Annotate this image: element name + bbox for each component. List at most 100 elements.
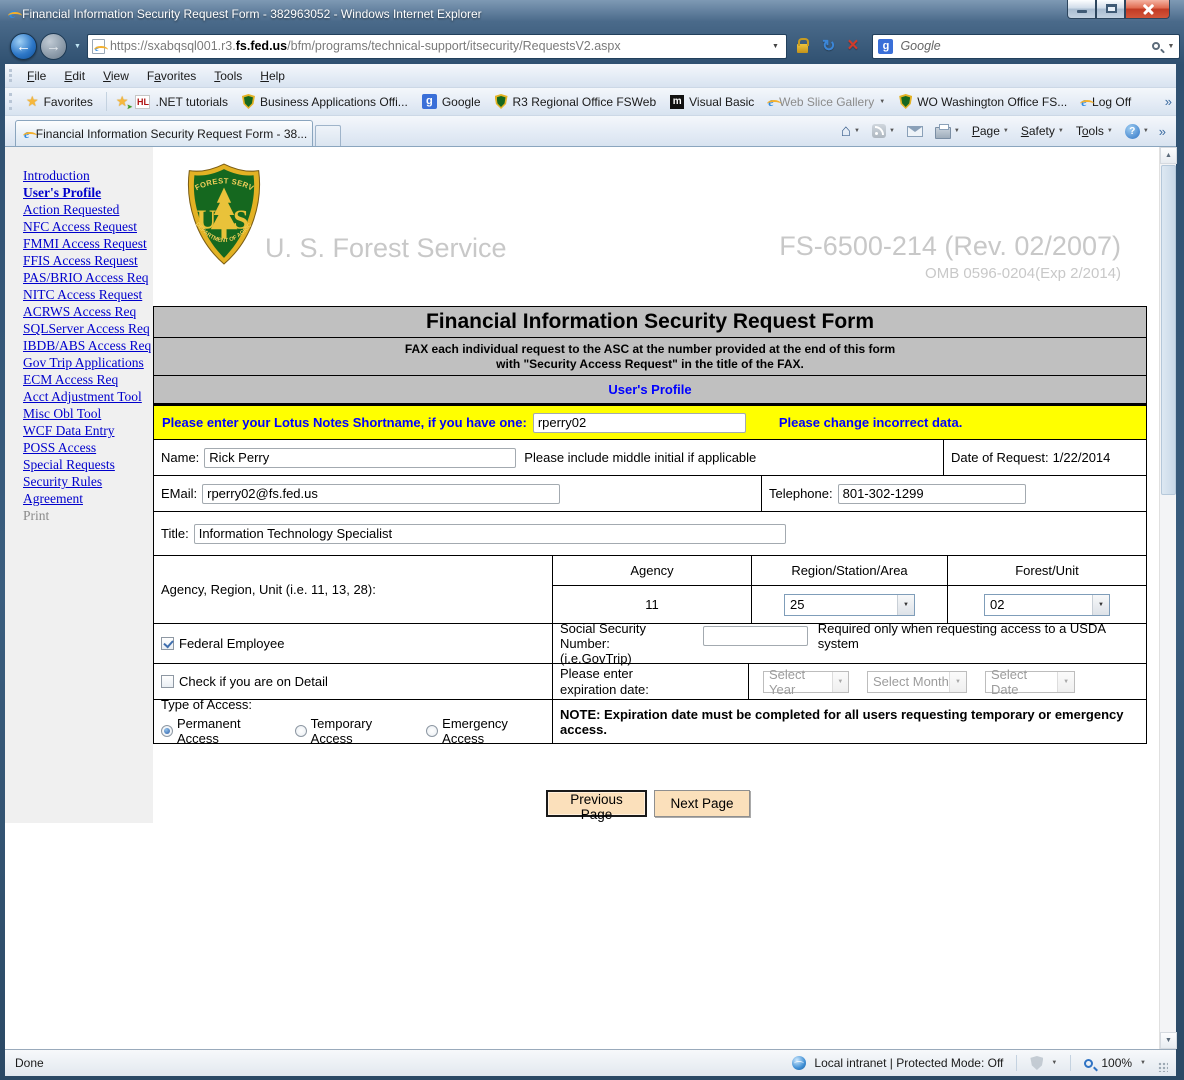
sidebar-item-users-profile[interactable]: User's Profile [23, 184, 153, 201]
favorite-wo-washington-office[interactable]: WO Washington Office FS... [892, 91, 1074, 112]
sidebar-item-acct-adjustment[interactable]: Acct Adjustment Tool [23, 388, 153, 405]
print-button[interactable]: ▼ [931, 122, 964, 141]
sidebar-item-special-requests[interactable]: Special Requests [23, 456, 153, 473]
email-input[interactable] [202, 484, 560, 504]
minimize-button[interactable] [1067, 0, 1096, 19]
security-status-icon [1030, 1056, 1043, 1070]
sidebar-item-ecm-access[interactable]: ECM Access Req [23, 371, 153, 388]
add-favorite-button[interactable]: ★ [116, 93, 129, 110]
sidebar-item-introduction[interactable]: Introduction [23, 167, 153, 184]
shortname-input[interactable] [533, 413, 746, 433]
forest-select[interactable]: 02 ▼ [984, 594, 1110, 616]
back-button[interactable]: ← [10, 33, 37, 60]
sidebar-item-agreement[interactable]: Agreement [23, 490, 153, 507]
sidebar-item-wcf-data-entry[interactable]: WCF Data Entry [23, 422, 153, 439]
ssn-input[interactable] [703, 626, 808, 646]
menu-edit[interactable]: Edit [55, 66, 94, 86]
sidebar-item-nfc-access[interactable]: NFC Access Request [23, 218, 153, 235]
search-icon[interactable] [1152, 42, 1160, 50]
new-tab-button[interactable] [315, 125, 341, 146]
favorite-web-slice-gallery[interactable]: e Web Slice Gallery ▼ [761, 92, 892, 112]
scroll-down-button[interactable]: ▼ [1160, 1032, 1177, 1049]
active-tab[interactable]: e Financial Information Security Request… [15, 120, 313, 146]
favorite-business-applications[interactable]: Business Applications Offi... [235, 91, 415, 112]
favorite-r3-regional-office[interactable]: R3 Regional Office FSWeb [488, 91, 664, 112]
refresh-button[interactable]: ↻ [822, 36, 835, 56]
expiration-label: Please enter expiration date: [560, 666, 670, 698]
temporary-access-radio[interactable] [295, 725, 307, 737]
stop-button[interactable]: × [847, 35, 858, 57]
sidebar-item-fmmi-access[interactable]: FMMI Access Request [23, 235, 153, 252]
favorites-button[interactable]: ★ Favorites [18, 90, 101, 113]
ssn-note: Required only when requesting access to … [818, 621, 1146, 651]
more-commands-chevron[interactable]: » [1159, 124, 1170, 139]
agency-watermark: U. S. Forest Service [265, 233, 507, 264]
sidebar-item-sqlserver-access[interactable]: SQLServer Access Req [23, 320, 153, 337]
search-input[interactable]: Google [900, 39, 940, 53]
security-dropdown-icon[interactable]: ▼ [1051, 1060, 1057, 1066]
resize-grip [1158, 1062, 1168, 1072]
sidebar-item-pas-brio-access[interactable]: PAS/BRIO Access Req [23, 269, 153, 286]
scrollbar-thumb[interactable] [1161, 165, 1176, 495]
address-dropdown-icon[interactable]: ▼ [769, 43, 782, 50]
favorite-log-off[interactable]: e Log Off [1074, 92, 1138, 112]
google-icon: g [422, 94, 437, 109]
more-favorites-chevron[interactable]: » [1165, 94, 1176, 109]
address-bar[interactable]: e https://sxabqsql001.r3.fs.fed.us/bfm/p… [87, 34, 787, 59]
help-menu[interactable]: ?▼ [1121, 122, 1153, 141]
on-detail-checkbox[interactable] [161, 675, 174, 688]
feeds-button[interactable]: ▼ [868, 122, 899, 140]
sidebar-item-ibdb-abs-access[interactable]: IBDB/ABS Access Req [23, 337, 153, 354]
command-bar: ⌂▼ ▼ ▼ Page▼ Safety▼ Tools▼ ?▼ » [837, 122, 1176, 141]
menu-favorites[interactable]: Favorites [138, 66, 205, 86]
zoom-level[interactable]: 100% [1101, 1056, 1132, 1070]
change-data-note: Please change incorrect data. [779, 415, 963, 430]
scroll-up-button[interactable]: ▲ [1160, 147, 1177, 164]
agency-column-header: Agency [553, 556, 751, 586]
favorite-visual-basic[interactable]: m Visual Basic [663, 92, 761, 112]
sidebar-item-misc-obl[interactable]: Misc Obl Tool [23, 405, 153, 422]
read-mail-button[interactable] [903, 124, 927, 139]
search-dropdown-icon[interactable]: ▼ [1168, 43, 1175, 50]
detail-row: Check if you are on Detail Please enter … [154, 663, 1146, 699]
zoom-dropdown-icon[interactable]: ▼ [1140, 1060, 1146, 1066]
permanent-access-radio[interactable] [161, 725, 173, 737]
sidebar-item-action-requested[interactable]: Action Requested [23, 201, 153, 218]
menu-tools[interactable]: Tools [205, 66, 251, 86]
next-page-button[interactable]: Next Page [654, 790, 750, 817]
home-button[interactable]: ⌂▼ [837, 122, 864, 140]
job-title-input[interactable] [194, 524, 786, 544]
favorite-net-tutorials[interactable]: HL .NET tutorials [128, 92, 234, 112]
history-dropdown-icon[interactable]: ▼ [74, 43, 81, 50]
sidebar-item-poss-access[interactable]: POSS Access [23, 439, 153, 456]
sidebar-item-security-rules[interactable]: Security Rules [23, 473, 153, 490]
tools-menu[interactable]: Tools▼ [1072, 122, 1117, 140]
menu-help[interactable]: Help [251, 66, 294, 86]
vertical-scrollbar[interactable]: ▲ ▼ [1159, 147, 1176, 1049]
ie-icon: e [1081, 95, 1087, 109]
sidebar-item-acrws-access[interactable]: ACRWS Access Req [23, 303, 153, 320]
region-select[interactable]: 25 ▼ [784, 594, 915, 616]
menu-file[interactable]: File [18, 66, 55, 86]
forward-button[interactable]: → [40, 33, 67, 60]
sidebar-item-ffis-access[interactable]: FFIS Access Request [23, 252, 153, 269]
search-box[interactable]: g Google ▼ [872, 34, 1180, 59]
menu-view[interactable]: View [94, 66, 138, 86]
emergency-access-radio[interactable] [426, 725, 438, 737]
sidebar-item-nitc-access[interactable]: NITC Access Request [23, 286, 153, 303]
form-number: FS-6500-214 (Rev. 02/2007) [779, 231, 1121, 262]
maximize-button[interactable] [1096, 0, 1125, 19]
page-menu[interactable]: Page▼ [968, 122, 1013, 140]
favorite-google[interactable]: g Google [415, 91, 488, 112]
previous-page-button[interactable]: Previous Page [546, 790, 647, 817]
safety-menu[interactable]: Safety▼ [1017, 122, 1068, 140]
federal-employee-checkbox[interactable] [161, 637, 174, 650]
region-column-header: Region/Station/Area [752, 556, 947, 586]
name-input[interactable] [204, 448, 516, 468]
close-button[interactable] [1125, 0, 1170, 19]
name-label: Name: [161, 450, 199, 465]
sidebar-item-gov-trip[interactable]: Gov Trip Applications [23, 354, 153, 371]
forest-service-shield-icon [899, 94, 912, 109]
access-type-row: Type of Access: Permanent Access Tempora… [154, 699, 1146, 743]
telephone-input[interactable] [838, 484, 1026, 504]
